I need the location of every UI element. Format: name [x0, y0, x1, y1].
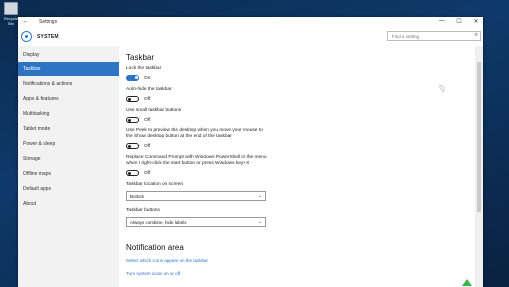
small-buttons-state: Off — [144, 117, 151, 123]
toggle-knob — [128, 118, 131, 122]
minimize-button[interactable]: — — [437, 18, 447, 24]
window-title: Settings — [39, 19, 58, 25]
toggle-knob — [135, 76, 138, 79]
settings-header: SYSTEM Find a setting ⌕ — [18, 28, 483, 47]
dropdown-value: Always combine, hide labels — [130, 220, 187, 225]
sidebar-item-label: Offline maps — [23, 171, 51, 177]
chevron-down-icon: ⌄ — [257, 193, 262, 199]
sidebar-item-storage[interactable]: Storage — [18, 152, 119, 166]
sidebar-item-apps[interactable]: Apps & features — [18, 92, 119, 106]
search-placeholder: Find a setting — [392, 34, 420, 39]
section-title: SYSTEM — [37, 34, 59, 40]
location-label: Taskbar location on screen — [126, 182, 184, 187]
scrollbar-thumb[interactable] — [477, 62, 481, 212]
sidebar-item-label: Taskbar — [23, 66, 41, 72]
scrollbar[interactable] — [475, 46, 483, 287]
trash-icon — [4, 2, 18, 15]
powershell-label-line2: when I right-click the start button or p… — [126, 161, 250, 166]
toggle-knob — [128, 171, 131, 175]
sidebar-item-taskbar[interactable]: Taskbar — [18, 62, 119, 76]
sidebar-item-label: Default apps — [23, 186, 52, 192]
sidebar-item-display[interactable]: Display — [18, 48, 119, 62]
sidebar-item-label: Multitasking — [23, 111, 50, 117]
peek-toggle[interactable] — [126, 143, 139, 149]
sidebar-item-label: About — [23, 201, 37, 207]
peek-state: Off — [144, 143, 151, 149]
search-input[interactable]: Find a setting ⌕ — [387, 31, 481, 41]
sidebar: Display Taskbar Notifications & actions … — [18, 46, 119, 287]
buttons-label: Taskbar buttons — [126, 208, 160, 213]
peek-label-line2: the Show desktop button at the end of th… — [126, 134, 232, 139]
sidebar-item-label: Power & sleep — [23, 141, 56, 147]
taskbar-buttons-dropdown[interactable]: Always combine, hide labels ⌄ — [126, 217, 266, 227]
powershell-toggle[interactable] — [126, 170, 139, 176]
auto-hide-label: Auto-hide the taskbar — [126, 87, 172, 92]
taskbar-location-dropdown[interactable]: Bottom ⌄ — [126, 191, 266, 201]
sidebar-item-label: Storage — [23, 156, 41, 162]
lock-taskbar-label: Lock the taskbar — [126, 66, 162, 71]
sidebar-item-label: Notifications & actions — [23, 81, 73, 87]
page-title: Taskbar — [126, 53, 155, 62]
green-arrow-icon — [462, 279, 472, 286]
sidebar-item-multitasking[interactable]: Multitasking — [18, 107, 119, 121]
lock-taskbar-state: On — [144, 75, 151, 81]
small-buttons-label: Use small taskbar buttons — [126, 108, 182, 113]
notification-area-heading: Notification area — [126, 243, 184, 252]
close-button[interactable]: ✕ — [471, 18, 481, 25]
search-icon[interactable]: ⌕ — [475, 32, 478, 39]
back-button[interactable]: ← — [22, 18, 29, 25]
dropdown-value: Bottom — [130, 194, 145, 199]
sidebar-item-label: Display — [23, 52, 40, 58]
sidebar-item-power[interactable]: Power & sleep — [18, 137, 119, 151]
settings-window: ← Settings — ☐ ✕ SYSTEM Find a setting ⌕… — [18, 17, 483, 287]
sidebar-item-notifications[interactable]: Notifications & actions — [18, 77, 119, 91]
sidebar-item-offline-maps[interactable]: Offline maps — [18, 167, 119, 181]
maximize-button[interactable]: ☐ — [454, 18, 464, 25]
sidebar-item-label: Tablet mode — [23, 126, 51, 132]
chevron-down-icon: ⌄ — [257, 219, 262, 225]
gear-icon — [21, 31, 32, 42]
small-buttons-toggle[interactable] — [126, 117, 139, 123]
system-icons-link[interactable]: Turn system icons on or off — [126, 271, 180, 276]
sidebar-item-default-apps[interactable]: Default apps — [18, 182, 119, 196]
powershell-state: Off — [144, 170, 151, 176]
lock-taskbar-toggle[interactable] — [126, 75, 139, 81]
sidebar-item-label: Apps & features — [23, 96, 59, 102]
content-pane: Taskbar Lock the taskbar On Auto-hide th… — [119, 46, 475, 287]
sidebar-item-tablet-mode[interactable]: Tablet mode — [18, 122, 119, 136]
auto-hide-state: Off — [144, 96, 151, 102]
toggle-knob — [128, 144, 131, 148]
sidebar-item-about[interactable]: About — [18, 197, 119, 211]
select-icons-link[interactable]: Select which icons appear on the taskbar — [126, 258, 208, 263]
toggle-knob — [128, 97, 131, 101]
auto-hide-toggle[interactable] — [126, 96, 139, 102]
